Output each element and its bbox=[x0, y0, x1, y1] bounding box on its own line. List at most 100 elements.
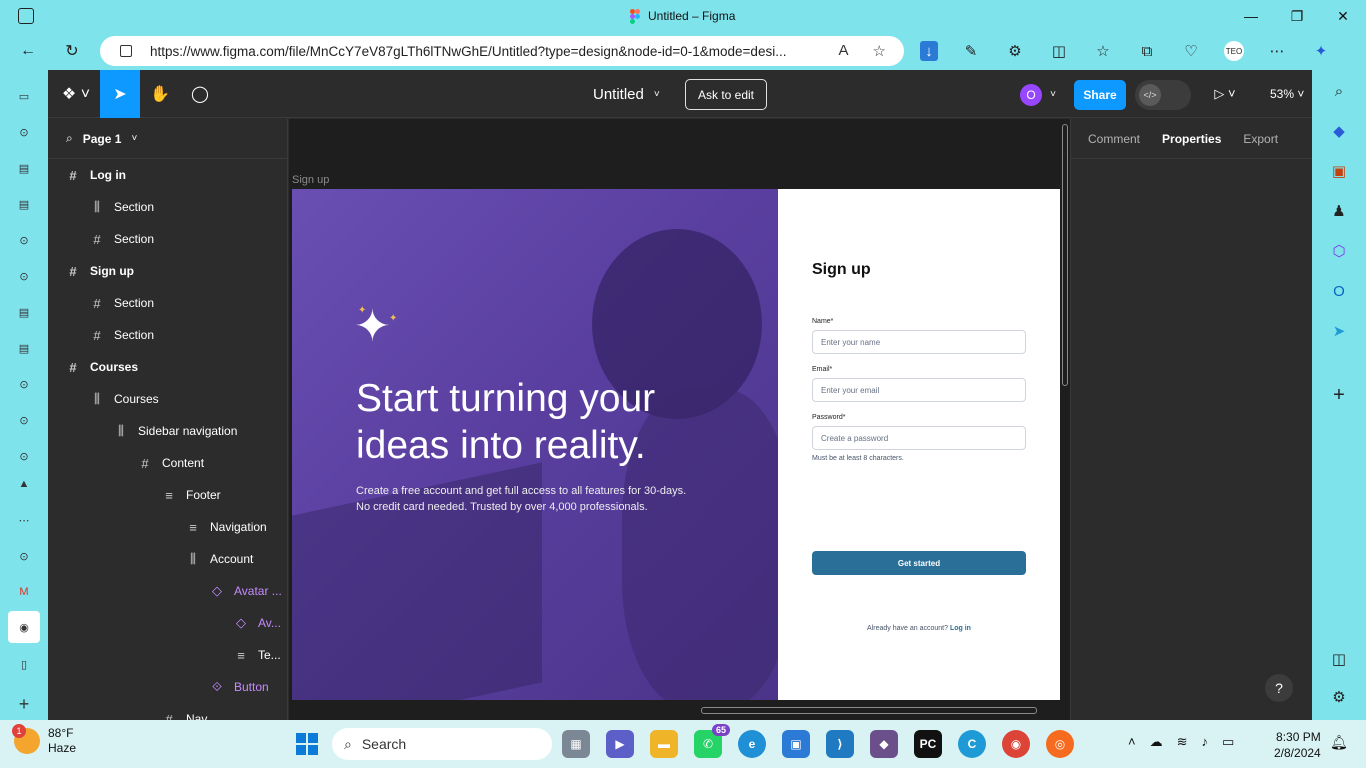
onedrive-cloud-icon[interactable]: ☁ bbox=[1150, 734, 1163, 750]
layer-row[interactable]: # Section bbox=[48, 223, 287, 255]
collections-icon[interactable]: ⧉ bbox=[1136, 41, 1158, 61]
battery-icon[interactable]: ▭ bbox=[1222, 734, 1234, 750]
refresh-icon[interactable]: ↻ bbox=[60, 40, 84, 62]
layer-row[interactable]: ⟐ Button bbox=[48, 671, 287, 703]
layer-row[interactable]: # Section bbox=[48, 319, 287, 351]
document-title[interactable]: Untitled ˅ bbox=[593, 86, 660, 103]
pycharm-icon[interactable]: PC bbox=[914, 730, 942, 758]
chevron-down-icon[interactable]: ˅ bbox=[1046, 70, 1060, 118]
design-canvas[interactable]: Sign up ✦ ✦ ✦ Start turning your ideas i… bbox=[289, 119, 1070, 720]
tab-page-icon[interactable]: ⊙ bbox=[14, 374, 34, 394]
password-field[interactable]: Create a password bbox=[812, 426, 1026, 450]
layer-row[interactable]: # Nav bbox=[48, 703, 287, 721]
add-sidebar-app-icon[interactable]: + bbox=[1328, 384, 1350, 406]
settings-gear-icon[interactable]: ⚙ bbox=[1328, 686, 1350, 708]
tab-app-icon[interactable]: ▲ bbox=[14, 474, 34, 494]
present-play-icon[interactable]: ▷ ˅ bbox=[1210, 70, 1240, 118]
dev-mode-toggle[interactable]: </> bbox=[1135, 80, 1191, 110]
search-icon[interactable]: ⌕ bbox=[1328, 80, 1350, 102]
tab-pdf-icon[interactable]: ▤ bbox=[14, 302, 34, 322]
tab-properties[interactable]: Properties bbox=[1162, 132, 1221, 146]
address-bar[interactable]: https://www.figma.com/file/MnCcY7eV87gLT… bbox=[100, 36, 904, 66]
name-field[interactable]: Enter your name bbox=[812, 330, 1026, 354]
tab-new-page-icon[interactable]: ▯ bbox=[14, 654, 34, 674]
copilot-icon[interactable]: ✦ bbox=[1310, 41, 1332, 61]
tab-page-icon[interactable]: ⊙ bbox=[14, 546, 34, 566]
page-selector[interactable]: ⌕ Page 1 ˅ bbox=[48, 119, 287, 159]
tab-page-icon[interactable]: ⊙ bbox=[14, 410, 34, 430]
pen-extension-icon[interactable]: ✎ bbox=[960, 41, 982, 61]
chevron-up-icon[interactable]: ˄ bbox=[1128, 734, 1136, 750]
layer-row[interactable]: ⫼ Account bbox=[48, 543, 287, 575]
vscode-icon[interactable]: ⟩ bbox=[826, 730, 854, 758]
tab-comment[interactable]: Comment bbox=[1088, 132, 1140, 146]
tools-briefcase-icon[interactable]: ▣ bbox=[1328, 160, 1350, 182]
layer-row[interactable]: ≡ Navigation bbox=[48, 511, 287, 543]
share-button[interactable]: Share bbox=[1074, 80, 1126, 110]
ask-to-edit-button[interactable]: Ask to edit bbox=[685, 79, 767, 110]
horizontal-scrollbar[interactable] bbox=[701, 707, 1037, 714]
tab-page-icon[interactable]: ⋯ bbox=[14, 510, 34, 530]
help-button[interactable]: ? bbox=[1265, 674, 1293, 702]
vertical-scrollbar[interactable] bbox=[1062, 124, 1068, 386]
zoom-level[interactable]: 53% ˅ bbox=[1270, 87, 1304, 101]
tab-figma-icon[interactable]: ◉ bbox=[8, 611, 40, 643]
layer-row[interactable]: ◇ Av... bbox=[48, 607, 287, 639]
layer-row[interactable]: ⫼ Section bbox=[48, 191, 287, 223]
more-menu-icon[interactable]: ⋯ bbox=[1266, 41, 1288, 61]
download-icon[interactable]: ↓ bbox=[920, 41, 938, 61]
tab-actions-icon[interactable] bbox=[18, 8, 34, 24]
games-icon[interactable]: ♟ bbox=[1328, 200, 1350, 222]
layer-row[interactable]: ≡ Footer bbox=[48, 479, 287, 511]
maximize-button[interactable]: ❐ bbox=[1274, 0, 1320, 32]
comment-tool-icon[interactable]: ◯ bbox=[180, 70, 220, 118]
split-screen-icon[interactable]: ◫ bbox=[1048, 41, 1070, 61]
task-view-icon[interactable]: ▦ bbox=[562, 730, 590, 758]
login-link[interactable]: Log in bbox=[950, 625, 971, 632]
layer-row[interactable]: ⫼ Sidebar navigation bbox=[48, 415, 287, 447]
read-aloud-icon[interactable]: A bbox=[839, 42, 849, 60]
telegram-icon[interactable]: ➤ bbox=[1328, 320, 1350, 342]
microsoft-365-icon[interactable]: ⬡ bbox=[1328, 240, 1350, 262]
url-text[interactable]: https://www.figma.com/file/MnCcY7eV87gLT… bbox=[150, 44, 825, 59]
layer-row[interactable]: ⫼ Courses bbox=[48, 383, 287, 415]
microsoft-store-icon[interactable]: ▣ bbox=[782, 730, 810, 758]
whatsapp-icon[interactable]: ✆ 65 bbox=[694, 724, 730, 758]
new-tab-icon[interactable]: + bbox=[14, 694, 34, 714]
layer-row[interactable]: ≡ Te... bbox=[48, 639, 287, 671]
canva-icon[interactable]: C bbox=[958, 730, 986, 758]
edge-browser-icon[interactable]: e bbox=[738, 730, 766, 758]
tab-page-icon[interactable]: ⊙ bbox=[14, 122, 34, 142]
notification-bell-icon[interactable]: 🔔︎ bbox=[1330, 734, 1348, 751]
wifi-icon[interactable]: ≋ bbox=[1177, 734, 1188, 750]
sidebar-layout-icon[interactable]: ◫ bbox=[1328, 648, 1350, 670]
tab-panel-icon[interactable]: ▭ bbox=[14, 86, 34, 106]
user-avatar[interactable]: O bbox=[1020, 84, 1042, 106]
tab-pdf-icon[interactable]: ▤ bbox=[14, 338, 34, 358]
teams-icon[interactable]: ▶ bbox=[606, 730, 634, 758]
lock-icon[interactable] bbox=[120, 45, 132, 57]
outlook-icon[interactable]: O bbox=[1328, 280, 1350, 302]
chrome-icon[interactable]: ◉ bbox=[1002, 730, 1030, 758]
layer-row[interactable]: # Content bbox=[48, 447, 287, 479]
move-tool-icon[interactable]: ➤ bbox=[100, 70, 140, 118]
layer-row[interactable]: # Log in bbox=[48, 159, 287, 191]
git-icon[interactable]: ◆ bbox=[870, 730, 898, 758]
tab-gmail-icon[interactable]: M bbox=[14, 582, 34, 602]
taskbar-search[interactable]: ⌕ Search bbox=[332, 728, 552, 760]
minimize-button[interactable]: — bbox=[1228, 0, 1274, 32]
frame-label[interactable]: Sign up bbox=[292, 174, 329, 186]
tab-page-icon[interactable]: ⊙ bbox=[14, 266, 34, 286]
sign-up-frame[interactable]: ✦ ✦ ✦ Start turning your ideas into real… bbox=[292, 189, 1060, 700]
extensions-puzzle-icon[interactable]: ⚙ bbox=[1004, 41, 1026, 61]
start-windows-icon[interactable] bbox=[296, 733, 318, 755]
tab-pdf-icon[interactable]: ▤ bbox=[14, 194, 34, 214]
hand-tool-icon[interactable]: ✋ bbox=[140, 70, 180, 118]
firefox-icon[interactable]: ◎ bbox=[1046, 730, 1074, 758]
layer-row[interactable]: ◇ Avatar ... bbox=[48, 575, 287, 607]
volume-icon[interactable]: ♪ bbox=[1202, 734, 1209, 750]
clock[interactable]: 8:30 PM 2/8/2024 bbox=[1274, 729, 1321, 761]
layer-row[interactable]: # Courses bbox=[48, 351, 287, 383]
favorite-star-icon[interactable]: ☆ bbox=[873, 42, 886, 60]
tab-pdf-icon[interactable]: ▤ bbox=[14, 158, 34, 178]
